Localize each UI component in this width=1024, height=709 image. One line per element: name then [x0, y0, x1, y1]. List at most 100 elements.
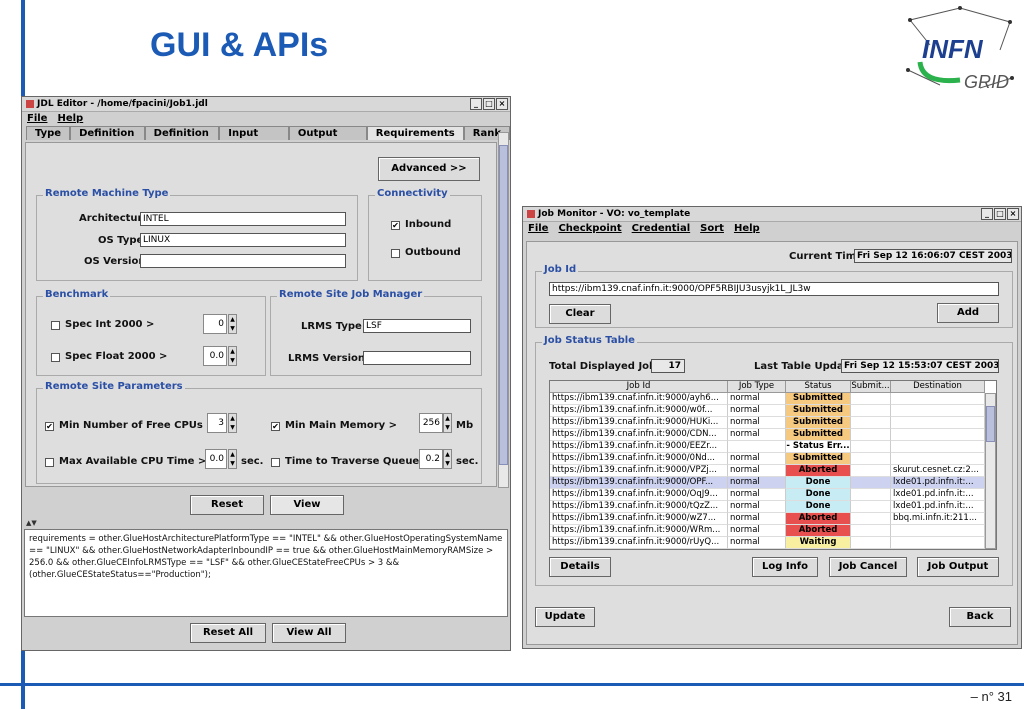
back-button[interactable]: Back	[949, 607, 1011, 627]
tab-requirements[interactable]: Requirements	[366, 126, 464, 140]
reset-button[interactable]: Reset	[190, 495, 264, 515]
col-job-id[interactable]: Job Id	[550, 381, 728, 393]
max-cpu-arrows-icon[interactable]: ▲ ▼	[228, 449, 237, 469]
job-cancel-button[interactable]: Job Cancel	[829, 557, 907, 577]
java-icon	[26, 99, 34, 108]
close-icon[interactable]: ×	[496, 98, 508, 110]
cell-submit	[851, 441, 891, 453]
remote-site-params-label: Remote Site Parameters	[43, 381, 185, 392]
clear-button[interactable]: Clear	[549, 304, 611, 324]
table-scroll-thumb[interactable]	[986, 406, 995, 442]
menu-sort[interactable]: Sort	[700, 222, 724, 236]
table-row[interactable]: https://ibm139.cnaf.infn.it:9000/wZ7... n…	[550, 513, 985, 525]
jdl-scroll-thumb[interactable]	[499, 145, 508, 465]
cell-status: Submitted	[786, 453, 851, 465]
inbound-checkbox[interactable]: ✔	[391, 221, 400, 230]
cell-destination	[891, 525, 985, 537]
menu-file[interactable]: File	[528, 222, 548, 236]
tab-definition-2[interactable]: Definition 2	[144, 126, 220, 152]
tab-definition-1[interactable]: Definition 1	[70, 126, 145, 152]
tab-input-data[interactable]: Input Data	[219, 126, 289, 152]
cell-status: Done	[786, 501, 851, 513]
cell-submit	[851, 489, 891, 501]
update-button[interactable]: Update	[535, 607, 595, 627]
min-cpus-checkbox[interactable]: ✔	[45, 422, 54, 431]
col-submit[interactable]: Submit...	[851, 381, 891, 393]
table-row[interactable]: https://ibm139.cnaf.infn.it:9000/rUyQ...…	[550, 537, 985, 549]
traverse-checkbox[interactable]	[271, 458, 280, 467]
cell-submit	[851, 501, 891, 513]
table-row[interactable]: https://ibm139.cnaf.infn.it:9000/WRm... n…	[550, 525, 985, 537]
menu-file[interactable]: File	[27, 112, 47, 126]
minimize-icon[interactable]: _	[470, 98, 482, 110]
cell-job-type: normal	[728, 513, 786, 525]
menu-credential[interactable]: Credential	[632, 222, 691, 236]
os-version-field[interactable]	[140, 254, 346, 268]
jdl-menubar: File Help	[22, 112, 510, 126]
tab-output-data[interactable]: Output Data	[288, 126, 367, 152]
col-destination[interactable]: Destination	[891, 381, 985, 393]
architecture-field[interactable]: INTEL	[140, 212, 346, 226]
table-row[interactable]: https://ibm139.cnaf.infn.it:9000/OqJ9...…	[550, 489, 985, 501]
spec-float-spinner[interactable]: 0.0	[203, 346, 227, 366]
log-info-button[interactable]: Log Info	[752, 557, 818, 577]
min-cpus-spinner[interactable]: 3	[207, 413, 227, 433]
col-job-type[interactable]: Job Type	[728, 381, 786, 393]
details-button[interactable]: Details	[549, 557, 611, 577]
jdl-window-title: JDL Editor - /home/fpacini/Job1.jdl	[37, 99, 208, 109]
spec-int-arrows-icon[interactable]: ▲ ▼	[228, 314, 237, 334]
max-cpu-checkbox[interactable]	[45, 458, 54, 467]
lrms-version-field[interactable]	[363, 351, 471, 365]
advanced-button[interactable]: Advanced >>	[378, 157, 480, 181]
min-mem-spinner[interactable]: 256	[419, 413, 443, 433]
traverse-label: Time to Traverse Queue <	[285, 456, 432, 467]
mb-unit: Mb	[456, 420, 474, 431]
jdl-panel-scrollbar[interactable]	[498, 132, 509, 488]
os-type-field[interactable]: LINUX	[140, 233, 346, 247]
add-button[interactable]: Add	[937, 303, 999, 323]
table-row[interactable]: https://ibm139.cnaf.infn.it:9000/OPF... n…	[550, 477, 985, 489]
job-id-input[interactable]: https://ibm139.cnaf.infn.it:9000/OPF5RBI…	[549, 282, 999, 296]
traverse-arrows-icon[interactable]: ▲ ▼	[443, 449, 452, 469]
table-row[interactable]: https://ibm139.cnaf.infn.it:9000/0Nd... n…	[550, 453, 985, 465]
table-row[interactable]: https://ibm139.cnaf.infn.it:9000/tQzZ...…	[550, 501, 985, 513]
min-cpus-arrows-icon[interactable]: ▲ ▼	[228, 413, 237, 433]
table-row[interactable]: https://ibm139.cnaf.infn.it:9000/VPZj...…	[550, 465, 985, 477]
menu-help[interactable]: Help	[57, 112, 83, 126]
spec-int-spinner[interactable]: 0	[203, 314, 227, 334]
cell-destination	[891, 537, 985, 549]
tab-type[interactable]: Type	[26, 126, 71, 140]
traverse-spinner[interactable]: 0.2	[419, 449, 443, 469]
min-mem-arrows-icon[interactable]: ▲ ▼	[443, 413, 452, 433]
maximize-icon[interactable]: □	[994, 208, 1006, 220]
requirements-panel: Advanced >> Remote Machine Type Architec…	[25, 142, 497, 487]
spec-float-checkbox[interactable]	[51, 353, 60, 362]
outbound-checkbox[interactable]	[391, 249, 400, 258]
spec-float-arrows-icon[interactable]: ▲ ▼	[228, 346, 237, 366]
last-update-field: Fri Sep 12 15:53:07 CEST 2003	[841, 359, 999, 373]
col-status[interactable]: Status	[786, 381, 851, 393]
spec-int-checkbox[interactable]	[51, 321, 60, 330]
lrms-type-field[interactable]: LSF	[363, 319, 471, 333]
table-row[interactable]: https://ibm139.cnaf.infn.it:9000/w0f... n…	[550, 405, 985, 417]
table-row[interactable]: https://ibm139.cnaf.infn.it:9000/EEZr...…	[550, 441, 985, 453]
close-icon[interactable]: ×	[1007, 208, 1019, 220]
maximize-icon[interactable]: □	[483, 98, 495, 110]
view-button[interactable]: View	[270, 495, 344, 515]
menu-checkpoint[interactable]: Checkpoint	[558, 222, 621, 236]
splitter-arrows-icon[interactable]: ▲▼	[26, 519, 37, 527]
table-row[interactable]: https://ibm139.cnaf.infn.it:9000/ayh6...…	[550, 393, 985, 405]
view-all-button[interactable]: View All	[272, 623, 346, 643]
monitor-titlebar: Job Monitor - VO: vo_template _ □ ×	[523, 207, 1021, 222]
cell-status: Submitted	[786, 393, 851, 405]
min-mem-checkbox[interactable]: ✔	[271, 422, 280, 431]
table-row[interactable]: https://ibm139.cnaf.infn.it:9000/HUKi...…	[550, 417, 985, 429]
requirements-textarea[interactable]: requirements = other.GlueHostArchitectur…	[24, 529, 508, 617]
max-cpu-spinner[interactable]: 0.0	[205, 449, 227, 469]
table-scrollbar[interactable]	[985, 393, 996, 549]
minimize-icon[interactable]: _	[981, 208, 993, 220]
table-row[interactable]: https://ibm139.cnaf.infn.it:9000/CDN... n…	[550, 429, 985, 441]
menu-help[interactable]: Help	[734, 222, 760, 236]
job-output-button[interactable]: Job Output	[917, 557, 999, 577]
reset-all-button[interactable]: Reset All	[190, 623, 266, 643]
